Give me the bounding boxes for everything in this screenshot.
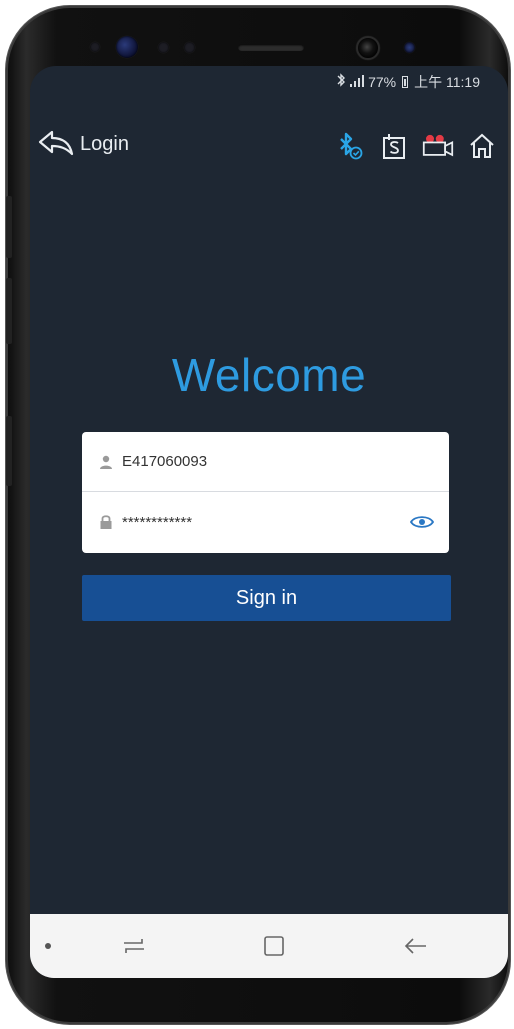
back-button[interactable]: Login <box>38 126 129 162</box>
front-camera <box>356 36 380 60</box>
sensor <box>404 42 415 53</box>
phone-frame: 77% 上午 11:19 Login Welcome E417060093 **… <box>6 6 510 1024</box>
battery-percent: 77% <box>368 73 397 90</box>
side-button <box>6 196 12 258</box>
clock: 上午 11:19 <box>414 73 480 90</box>
welcome-title: Welcome <box>171 349 367 401</box>
lock-icon <box>98 514 114 530</box>
s-box-icon[interactable] <box>378 130 410 162</box>
battery-icon <box>402 75 409 88</box>
username-field-row <box>82 432 449 492</box>
status-bar: 77% 上午 11:19 <box>30 66 508 96</box>
login-form <box>82 432 449 553</box>
screen-title: Login <box>80 132 129 155</box>
video-camera-icon[interactable] <box>422 130 454 162</box>
recents-icon[interactable] <box>118 932 150 960</box>
bluetooth-connected-icon[interactable] <box>334 130 366 162</box>
back-arrow-icon[interactable] <box>400 932 432 960</box>
home-square-icon[interactable] <box>258 932 290 960</box>
toolbar <box>334 130 498 162</box>
status-indicators: 77% 上午 11:19 <box>336 73 480 90</box>
earpiece <box>238 44 304 51</box>
password-input[interactable] <box>122 513 382 531</box>
user-icon <box>98 454 114 470</box>
signal-icon <box>350 74 365 90</box>
username-input[interactable] <box>122 453 382 470</box>
reply-arrow-icon <box>38 128 74 161</box>
side-button <box>6 278 12 344</box>
bluetooth-status-icon <box>336 73 346 90</box>
navigation-bar <box>30 914 508 978</box>
sensor <box>158 42 169 53</box>
sensor <box>90 42 100 52</box>
side-button <box>6 416 12 486</box>
app-bar: Login <box>30 126 508 166</box>
nav-indicator-dot <box>45 943 51 949</box>
show-password-eye-icon[interactable] <box>409 512 435 532</box>
home-icon[interactable] <box>466 130 498 162</box>
sign-in-button[interactable]: Sign in <box>82 575 451 621</box>
iris-scanner <box>116 36 138 58</box>
screen: 77% 上午 11:19 Login Welcome E417060093 **… <box>30 66 508 978</box>
sensor <box>184 42 195 53</box>
password-field-row <box>82 492 449 552</box>
